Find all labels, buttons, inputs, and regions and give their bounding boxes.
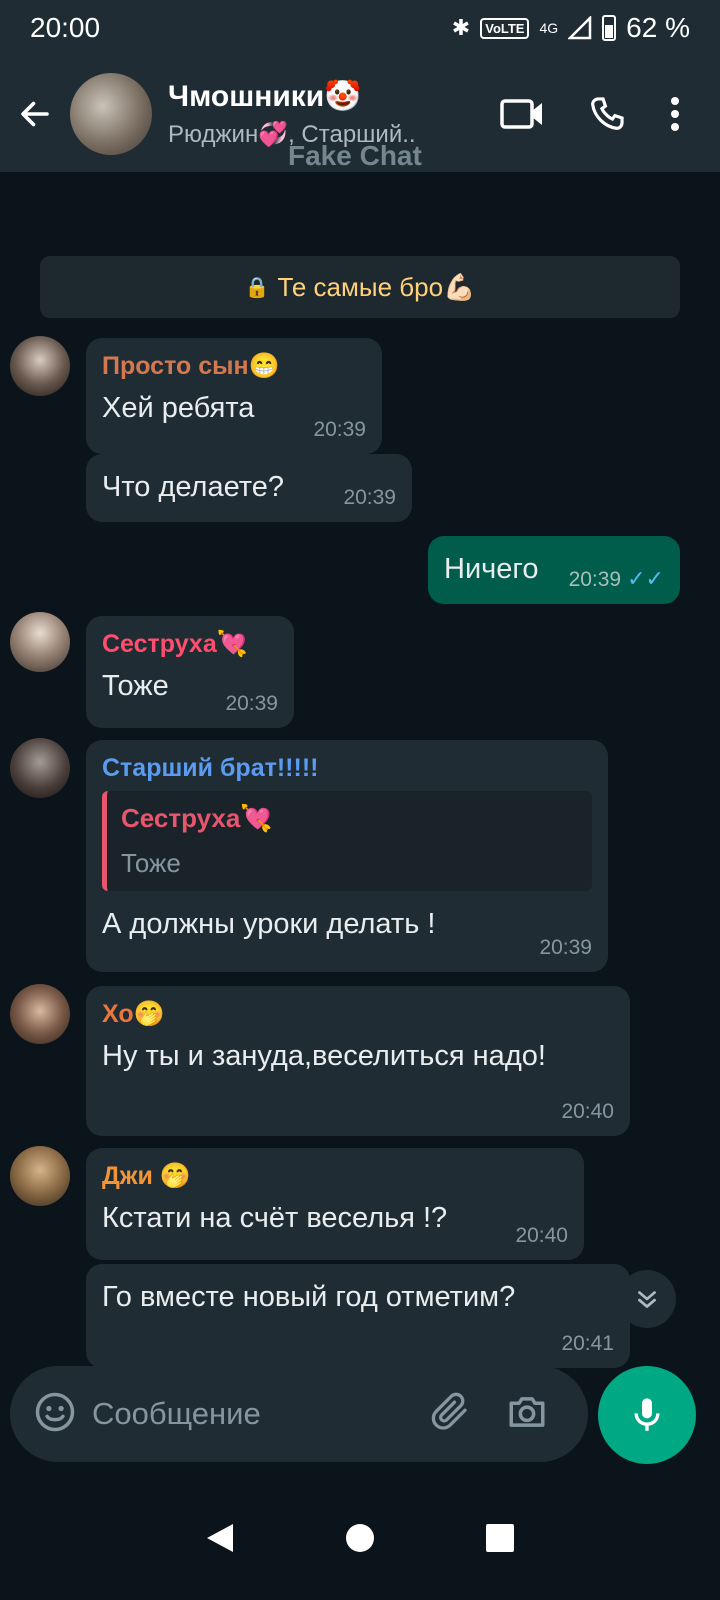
camera-icon bbox=[509, 1396, 545, 1427]
message-time: 20:41 bbox=[561, 1332, 614, 1355]
video-call-button[interactable] bbox=[500, 97, 544, 131]
nav-home-button[interactable] bbox=[345, 1523, 375, 1558]
video-camera-icon bbox=[500, 99, 542, 129]
square-recents-icon bbox=[486, 1523, 514, 1552]
triangle-back-icon bbox=[207, 1523, 233, 1552]
message-bubble[interactable]: Что делаете? 20:39 bbox=[86, 454, 412, 522]
message-time: 20:39 ✓✓ bbox=[568, 566, 664, 591]
message-time: 20:40 bbox=[561, 1100, 614, 1123]
message-bubble[interactable]: Джи 🤭 Кстати на счёт веселья !? 20:40 bbox=[86, 1148, 584, 1260]
camera-button[interactable] bbox=[506, 1391, 548, 1438]
volte-icon: VoLTE bbox=[480, 17, 530, 39]
microphone-icon bbox=[634, 1398, 660, 1431]
system-navigation-bar bbox=[0, 1480, 720, 1600]
voice-call-button[interactable] bbox=[588, 95, 626, 133]
bluetooth-icon: ✱ bbox=[451, 15, 471, 40]
message-time: 20:39 bbox=[539, 936, 592, 959]
battery-level: 62 % bbox=[626, 12, 690, 43]
sender-name: Просто сын😁 bbox=[102, 352, 280, 380]
message-time: 20:39 bbox=[343, 486, 396, 509]
avatar[interactable] bbox=[10, 984, 70, 1044]
sender-name: Хо🤭 bbox=[102, 1000, 165, 1028]
banner-text: Те самые бро💪🏻 bbox=[277, 271, 476, 302]
signal-icon bbox=[568, 16, 592, 40]
paperclip-icon bbox=[431, 1392, 467, 1430]
sender-name: Старший брат!!!!! bbox=[102, 754, 319, 782]
group-description-banner[interactable]: 🔒 Те самые бро💪🏻 bbox=[40, 256, 680, 318]
nav-back-button[interactable] bbox=[205, 1522, 235, 1559]
quoted-message[interactable]: Сеструха💘 Тоже bbox=[102, 791, 592, 891]
scroll-to-bottom-button[interactable] bbox=[618, 1270, 676, 1328]
message-text: А должны уроки делать ! bbox=[102, 908, 436, 940]
avatar[interactable] bbox=[10, 738, 70, 798]
avatar[interactable] bbox=[10, 1146, 70, 1206]
emoji-icon bbox=[35, 1392, 75, 1431]
message-input[interactable] bbox=[92, 1396, 422, 1432]
circle-home-icon bbox=[346, 1523, 374, 1552]
watermark: Fake Chat bbox=[288, 140, 422, 171]
nav-recents-button[interactable] bbox=[485, 1523, 515, 1558]
attach-button[interactable] bbox=[430, 1391, 472, 1438]
avatar[interactable] bbox=[10, 336, 70, 396]
message-bubble[interactable]: Просто сын😁 Хей ребята 20:39 bbox=[86, 338, 382, 454]
message-time: 20:40 bbox=[515, 1224, 568, 1247]
read-ticks-icon: ✓✓ bbox=[627, 566, 664, 591]
group-avatar[interactable] bbox=[70, 73, 152, 155]
double-chevron-down-icon bbox=[638, 1291, 656, 1308]
status-time: 20:00 bbox=[30, 12, 101, 43]
header-actions bbox=[500, 95, 680, 133]
arrow-left-icon bbox=[21, 101, 49, 127]
quoted-sender: Сеструха💘 bbox=[121, 803, 273, 833]
chat-area[interactable]: 🔒 Те самые бро💪🏻 Просто сын😁 Хей ребята … bbox=[0, 172, 720, 1382]
message-bubble-outgoing[interactable]: Ничего 20:39 ✓✓ bbox=[428, 536, 680, 604]
back-button[interactable] bbox=[0, 74, 70, 154]
message-text: Кстати на счёт веселья !? bbox=[102, 1202, 448, 1234]
chat-title: Чмошники🤡 bbox=[168, 80, 362, 113]
chat-title-block[interactable]: Чмошники🤡 Рюджин💞, Старший.. bbox=[168, 79, 500, 149]
message-composer bbox=[10, 1366, 588, 1462]
message-bubble[interactable]: Го вместе новый год отметим? 20:41 bbox=[86, 1264, 630, 1368]
message-time: 20:39 bbox=[313, 418, 366, 441]
message-bubble[interactable]: Хо🤭 Ну ты и зануда,веселиться надо! 20:4… bbox=[86, 986, 630, 1136]
message-bubble[interactable]: Старший брат!!!!! Сеструха💘 Тоже А должн… bbox=[86, 740, 608, 972]
more-vertical-icon bbox=[671, 97, 679, 131]
sender-name: Сеструха💘 bbox=[102, 630, 248, 658]
battery-icon bbox=[602, 15, 617, 41]
voice-message-button[interactable] bbox=[598, 1366, 696, 1464]
message-bubble[interactable]: Сеструха💘 Тоже 20:39 bbox=[86, 616, 294, 728]
sender-name: Джи 🤭 bbox=[102, 1162, 191, 1190]
status-icons: ✱ VoLTE 4G 62 % bbox=[452, 12, 690, 44]
network-type: 4G bbox=[539, 20, 559, 36]
message-text: Го вместе новый год отметим? bbox=[102, 1281, 516, 1313]
quoted-text: Тоже bbox=[121, 848, 181, 878]
status-bar: 20:00 ✱ VoLTE 4G 62 % bbox=[0, 0, 720, 56]
more-options-button[interactable] bbox=[670, 96, 680, 132]
message-text: Ну ты и зануда,веселиться надо! bbox=[102, 1040, 546, 1072]
message-time: 20:39 bbox=[225, 692, 278, 715]
emoji-button[interactable] bbox=[34, 1391, 76, 1438]
lock-icon: 🔒 bbox=[244, 276, 270, 299]
phone-icon bbox=[591, 97, 624, 130]
avatar[interactable] bbox=[10, 612, 70, 672]
